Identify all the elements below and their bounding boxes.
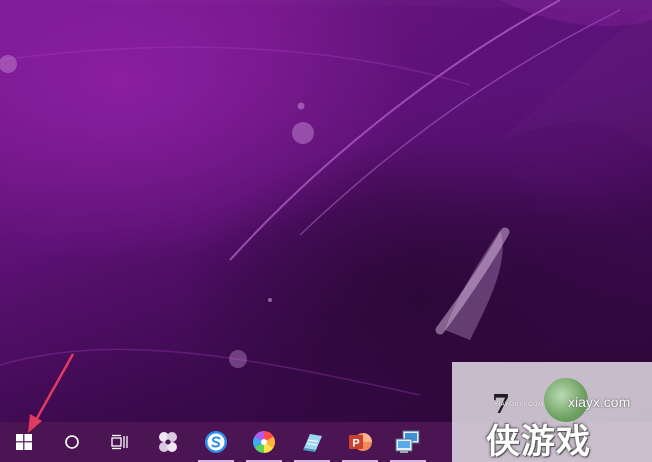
rainbow-pinwheel-icon <box>253 431 275 453</box>
watermark-small-text: XIAYOUXI.COM <box>494 402 544 408</box>
app-colorful-pinwheel[interactable] <box>240 422 288 462</box>
blue-notes-icon <box>303 434 322 452</box>
app-sogou-browser[interactable] <box>192 422 240 462</box>
network-computer-icon <box>395 430 420 453</box>
pinwheel-app-icon <box>159 432 177 452</box>
app-notes[interactable] <box>288 422 336 462</box>
app-network[interactable] <box>384 422 432 462</box>
desktop-wallpaper <box>0 0 652 422</box>
watermark-big-text: 侠游戏 <box>486 422 591 462</box>
wallpaper-art <box>0 0 652 396</box>
blue-s-browser-icon <box>205 431 227 453</box>
circle-search-icon <box>65 435 79 449</box>
svg-text:P: P <box>352 438 359 450</box>
task-view-button[interactable] <box>96 422 144 462</box>
task-view-icon <box>111 434 128 450</box>
windows-logo-icon <box>16 434 32 450</box>
search-button[interactable] <box>48 422 96 462</box>
watermark-site: xiayx.com <box>568 394 631 410</box>
app-pinwheel[interactable] <box>144 422 192 462</box>
watermark: 7 XIAYOUXI.COM xiayx.com 侠游戏 <box>452 362 652 462</box>
powerpoint-icon: P <box>349 433 372 451</box>
app-powerpoint[interactable]: P <box>336 422 384 462</box>
start-button[interactable] <box>0 422 48 462</box>
